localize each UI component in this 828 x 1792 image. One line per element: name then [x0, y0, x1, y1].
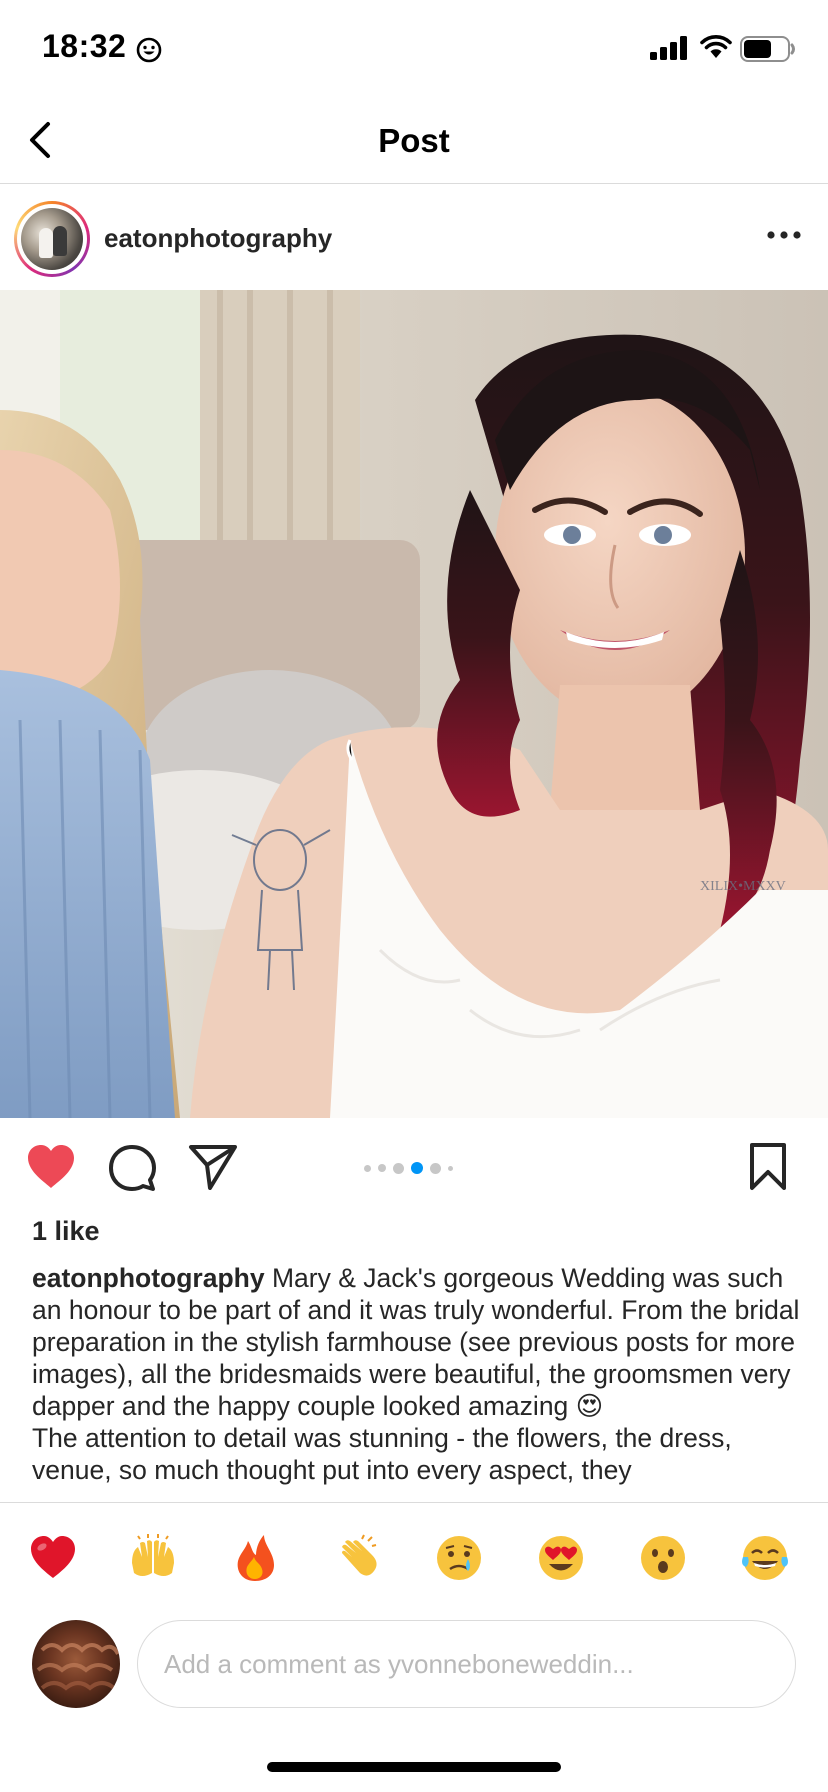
- paper-plane-icon[interactable]: [188, 1144, 238, 1190]
- post-header: eatonphotography: [0, 184, 828, 290]
- carousel-dot: [378, 1164, 386, 1172]
- post-image[interactable]: XILIX•MXXV: [0, 290, 828, 1118]
- likes-count[interactable]: 1 like: [32, 1216, 100, 1247]
- cellular-signal-icon: [650, 36, 687, 60]
- quick-reactions-bar: [0, 1502, 828, 1612]
- comment-bubble-icon[interactable]: [108, 1144, 156, 1192]
- red-heart-emoji-icon[interactable]: [28, 1533, 78, 1583]
- caption-username[interactable]: eatonphotography: [32, 1263, 265, 1293]
- navigation-bar: Post: [0, 100, 828, 184]
- smiley-face-icon: [136, 37, 162, 63]
- crying-face-emoji-icon[interactable]: [434, 1533, 484, 1583]
- carousel-indicator: [364, 1160, 453, 1176]
- avatar-figure: [53, 226, 67, 256]
- caption-paragraph: The attention to detail was stunning - t…: [32, 1423, 732, 1485]
- post-caption: eatonphotography Mary & Jack's gorgeous …: [32, 1262, 802, 1502]
- fire-emoji-icon[interactable]: [230, 1533, 280, 1583]
- carousel-dot: [393, 1162, 404, 1174]
- story-ring[interactable]: [14, 201, 90, 277]
- avatar-figure: [39, 228, 53, 258]
- heart-filled-icon[interactable]: [26, 1144, 76, 1190]
- avatar-border: [17, 204, 87, 274]
- user-avatar-icon: [32, 1620, 120, 1708]
- clapping-hands-emoji-icon[interactable]: [332, 1533, 382, 1583]
- wedding-photo: XILIX•MXXV: [0, 290, 828, 1118]
- wifi-icon: [700, 35, 732, 58]
- status-bar: 18:32: [0, 0, 828, 100]
- carousel-dot: [411, 1162, 423, 1174]
- caption-paragraph: eatonphotography Mary & Jack's gorgeous …: [32, 1262, 802, 1422]
- avatar-hair-texture: [36, 1643, 120, 1691]
- tears-of-joy-emoji-icon[interactable]: [740, 1533, 790, 1583]
- bookmark-icon[interactable]: [748, 1142, 788, 1192]
- carousel-dot: [430, 1162, 441, 1174]
- raising-hands-emoji-icon[interactable]: [128, 1533, 178, 1583]
- avatar: [21, 208, 83, 270]
- comment-composer: [0, 1612, 828, 1732]
- instagram-post-screen: 18:32 Post eatonphotography XILIX•MXXV 1…: [0, 0, 828, 1792]
- post-username[interactable]: eatonphotography: [104, 223, 332, 254]
- carousel-dot: [364, 1164, 371, 1172]
- surprised-face-emoji-icon[interactable]: [638, 1533, 688, 1583]
- page-title: Post: [378, 122, 450, 159]
- ellipsis-horizontal-icon[interactable]: [766, 230, 802, 240]
- post-actions: [0, 1118, 828, 1214]
- carousel-dot: [448, 1165, 453, 1171]
- comment-input[interactable]: [137, 1620, 796, 1708]
- svg-text:XILIX•MXXV: XILIX•MXXV: [700, 879, 786, 894]
- battery-icon: [740, 36, 795, 62]
- home-indicator[interactable]: [267, 1762, 561, 1772]
- status-time: 18:32: [42, 28, 127, 64]
- heart-eyes-emoji-icon[interactable]: [536, 1533, 586, 1583]
